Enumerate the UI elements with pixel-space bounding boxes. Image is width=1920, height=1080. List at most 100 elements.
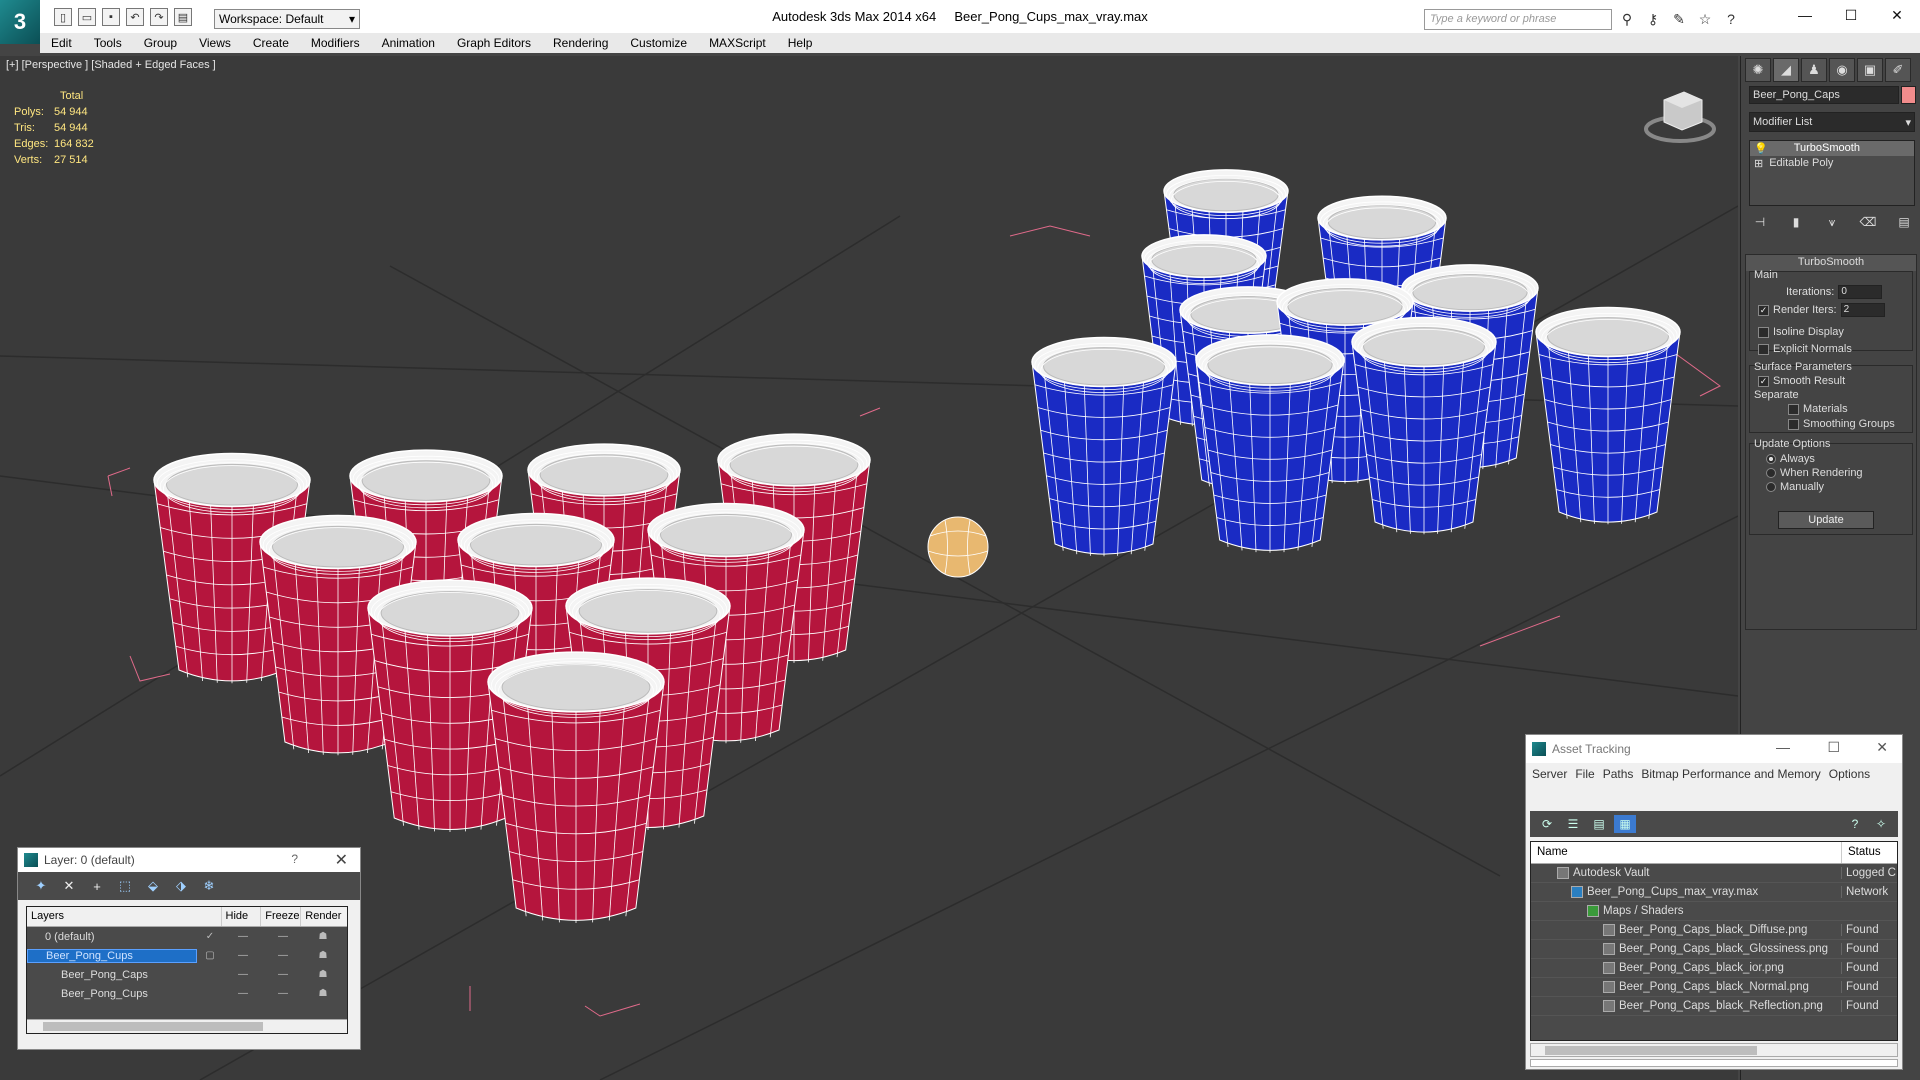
smooth-result-checkbox[interactable]: ✓ [1758, 375, 1769, 387]
scrollbar-thumb[interactable] [1545, 1046, 1757, 1055]
utilities-tab-icon[interactable]: ✐ [1885, 58, 1911, 82]
materials-checkbox[interactable] [1788, 403, 1799, 415]
menu-file[interactable]: File [1575, 767, 1600, 785]
add-to-layer-icon[interactable]: + [88, 878, 106, 894]
menu-group[interactable]: Group [133, 33, 188, 53]
viewcube-icon[interactable] [1644, 91, 1716, 143]
render-teapot-icon[interactable]: ☗ [303, 931, 343, 942]
subscription-icon[interactable]: ⚷ [1644, 10, 1662, 28]
thumbnail-view-icon[interactable]: ▤ [1588, 815, 1610, 833]
motion-tab-icon[interactable]: ◉ [1829, 58, 1855, 82]
render-teapot-icon[interactable]: ☗ [303, 950, 343, 961]
menu-views[interactable]: Views [188, 33, 242, 53]
delete-layer-icon[interactable]: ✕ [60, 878, 78, 894]
help-button[interactable]: ? [291, 852, 298, 866]
ping-pong-ball[interactable] [927, 516, 989, 578]
modifier-list-dropdown[interactable]: Modifier List ▾ [1749, 112, 1915, 132]
layer-dialog-titlebar[interactable]: Layer: 0 (default) ? ✕ [18, 848, 360, 872]
minimize-button[interactable]: — [1776, 739, 1790, 755]
isoline-checkbox[interactable] [1758, 326, 1769, 338]
red-cup[interactable] [487, 651, 665, 923]
configure-sets-icon[interactable]: ▤ [1893, 212, 1915, 232]
freeze-toggle[interactable]: — [263, 950, 303, 961]
asset-dialog-titlebar[interactable]: Asset Tracking — ☐ ✕ [1526, 735, 1902, 763]
table-view-icon[interactable]: ▦ [1614, 815, 1636, 833]
menu-customize[interactable]: Customize [619, 33, 698, 53]
lightbulb-icon[interactable]: 💡 [1754, 142, 1768, 155]
project-folder-icon[interactable]: ▤ [174, 8, 192, 26]
iterations-spinner[interactable]: 0 [1838, 285, 1883, 299]
new-file-icon[interactable]: ▯ [54, 8, 72, 26]
hide-toggle[interactable]: — [223, 988, 263, 999]
viewport-label[interactable]: [+] [Perspective ] [Shaded + Edged Faces… [6, 59, 216, 71]
make-unique-icon[interactable]: ⩛ [1821, 212, 1843, 232]
menu-modifiers[interactable]: Modifiers [300, 33, 371, 53]
render-teapot-icon[interactable]: ☗ [303, 988, 343, 999]
manually-radio[interactable] [1766, 482, 1776, 492]
stack-item-editable-poly[interactable]: ⊞ Editable Poly [1750, 156, 1914, 171]
menu-rendering[interactable]: Rendering [542, 33, 619, 53]
display-tab-icon[interactable]: ▣ [1857, 58, 1883, 82]
menu-create[interactable]: Create [242, 33, 300, 53]
asset-row[interactable]: Maps / Shaders [1531, 902, 1897, 921]
binoculars-icon[interactable]: ⚲ [1618, 10, 1636, 28]
blue-cup[interactable] [1351, 316, 1497, 535]
undo-icon[interactable]: ↶ [126, 8, 144, 26]
menu-server[interactable]: Server [1532, 767, 1573, 785]
horizontal-scrollbar[interactable] [27, 1019, 347, 1033]
freeze-all-icon[interactable]: ❄ [200, 878, 218, 894]
freeze-toggle[interactable]: — [263, 988, 303, 999]
modify-tab-icon[interactable]: ◢ [1773, 58, 1799, 82]
object-color-swatch[interactable] [1901, 86, 1916, 104]
asset-row[interactable]: Beer_Pong_Caps_black_Diffuse.png Found [1531, 921, 1897, 940]
pin-icon[interactable]: ✧ [1870, 815, 1892, 833]
column-header[interactable]: Hide [222, 907, 262, 926]
redo-icon[interactable]: ↷ [150, 8, 168, 26]
column-header[interactable]: Freeze [261, 907, 302, 926]
hide-toggle[interactable]: — [223, 969, 263, 980]
render-iters-spinner[interactable]: 2 [1840, 303, 1885, 317]
close-button[interactable]: ✕ [1874, 0, 1920, 30]
stack-item-turbosmooth[interactable]: 💡 TurboSmooth [1750, 141, 1914, 156]
menu-edit[interactable]: Edit [40, 33, 83, 53]
column-header[interactable]: Layers [27, 907, 222, 926]
column-header[interactable]: Status [1841, 842, 1897, 863]
menu-graph-editors[interactable]: Graph Editors [446, 33, 542, 53]
create-tab-icon[interactable]: ✺ [1745, 58, 1771, 82]
asset-row[interactable]: Beer_Pong_Caps_black_ior.png Found [1531, 959, 1897, 978]
blue-cup[interactable] [1031, 336, 1177, 557]
horizontal-scrollbar[interactable] [1530, 1043, 1898, 1057]
menu-options[interactable]: Options [1829, 767, 1876, 785]
pin-stack-icon[interactable]: ⊣ [1749, 212, 1771, 232]
hierarchy-tab-icon[interactable]: ♟ [1801, 58, 1827, 82]
asset-row[interactable]: Beer_Pong_Cups_max_vray.max Network [1531, 883, 1897, 902]
asset-row[interactable]: Beer_Pong_Caps_black_Normal.png Found [1531, 978, 1897, 997]
current-layer-box-icon[interactable]: ▢ [197, 950, 223, 961]
hide-toggle[interactable]: — [223, 950, 263, 961]
layer-row[interactable]: Beer_Pong_Cups — — ☗ [27, 984, 347, 1003]
update-button[interactable]: Update [1778, 511, 1874, 529]
maximize-button[interactable]: ☐ [1828, 0, 1874, 30]
highlight-selected-icon[interactable]: ⬙ [144, 878, 162, 894]
blue-cup[interactable] [1535, 306, 1681, 525]
search-input[interactable]: Type a keyword or phrase [1424, 9, 1612, 30]
menu-bitmap-performance[interactable]: Bitmap Performance and Memory [1641, 767, 1826, 785]
layer-row[interactable]: Beer_Pong_Caps — — ☗ [27, 965, 347, 984]
menu-help[interactable]: Help [777, 33, 824, 53]
expand-plus-icon[interactable]: ⊞ [1754, 157, 1763, 170]
remove-modifier-icon[interactable]: ⌫ [1857, 212, 1879, 232]
asset-row[interactable]: Beer_Pong_Caps_black_Glossiness.png Foun… [1531, 940, 1897, 959]
menu-animation[interactable]: Animation [371, 33, 446, 53]
always-radio[interactable] [1766, 454, 1776, 464]
open-file-icon[interactable]: ▭ [78, 8, 96, 26]
menu-tools[interactable]: Tools [83, 33, 133, 53]
scrollbar-thumb[interactable] [43, 1022, 263, 1031]
menu-paths[interactable]: Paths [1603, 767, 1640, 785]
explicit-normals-checkbox[interactable] [1758, 343, 1769, 355]
maximize-button[interactable]: ☐ [1827, 739, 1840, 756]
refresh-icon[interactable]: ⟳ [1536, 815, 1558, 833]
render-iters-checkbox[interactable]: ✓ [1758, 304, 1769, 316]
communication-icon[interactable]: ✎ [1670, 10, 1688, 28]
hide-all-icon[interactable]: ⬗ [172, 878, 190, 894]
current-layer-check-icon[interactable]: ✓ [197, 931, 223, 942]
